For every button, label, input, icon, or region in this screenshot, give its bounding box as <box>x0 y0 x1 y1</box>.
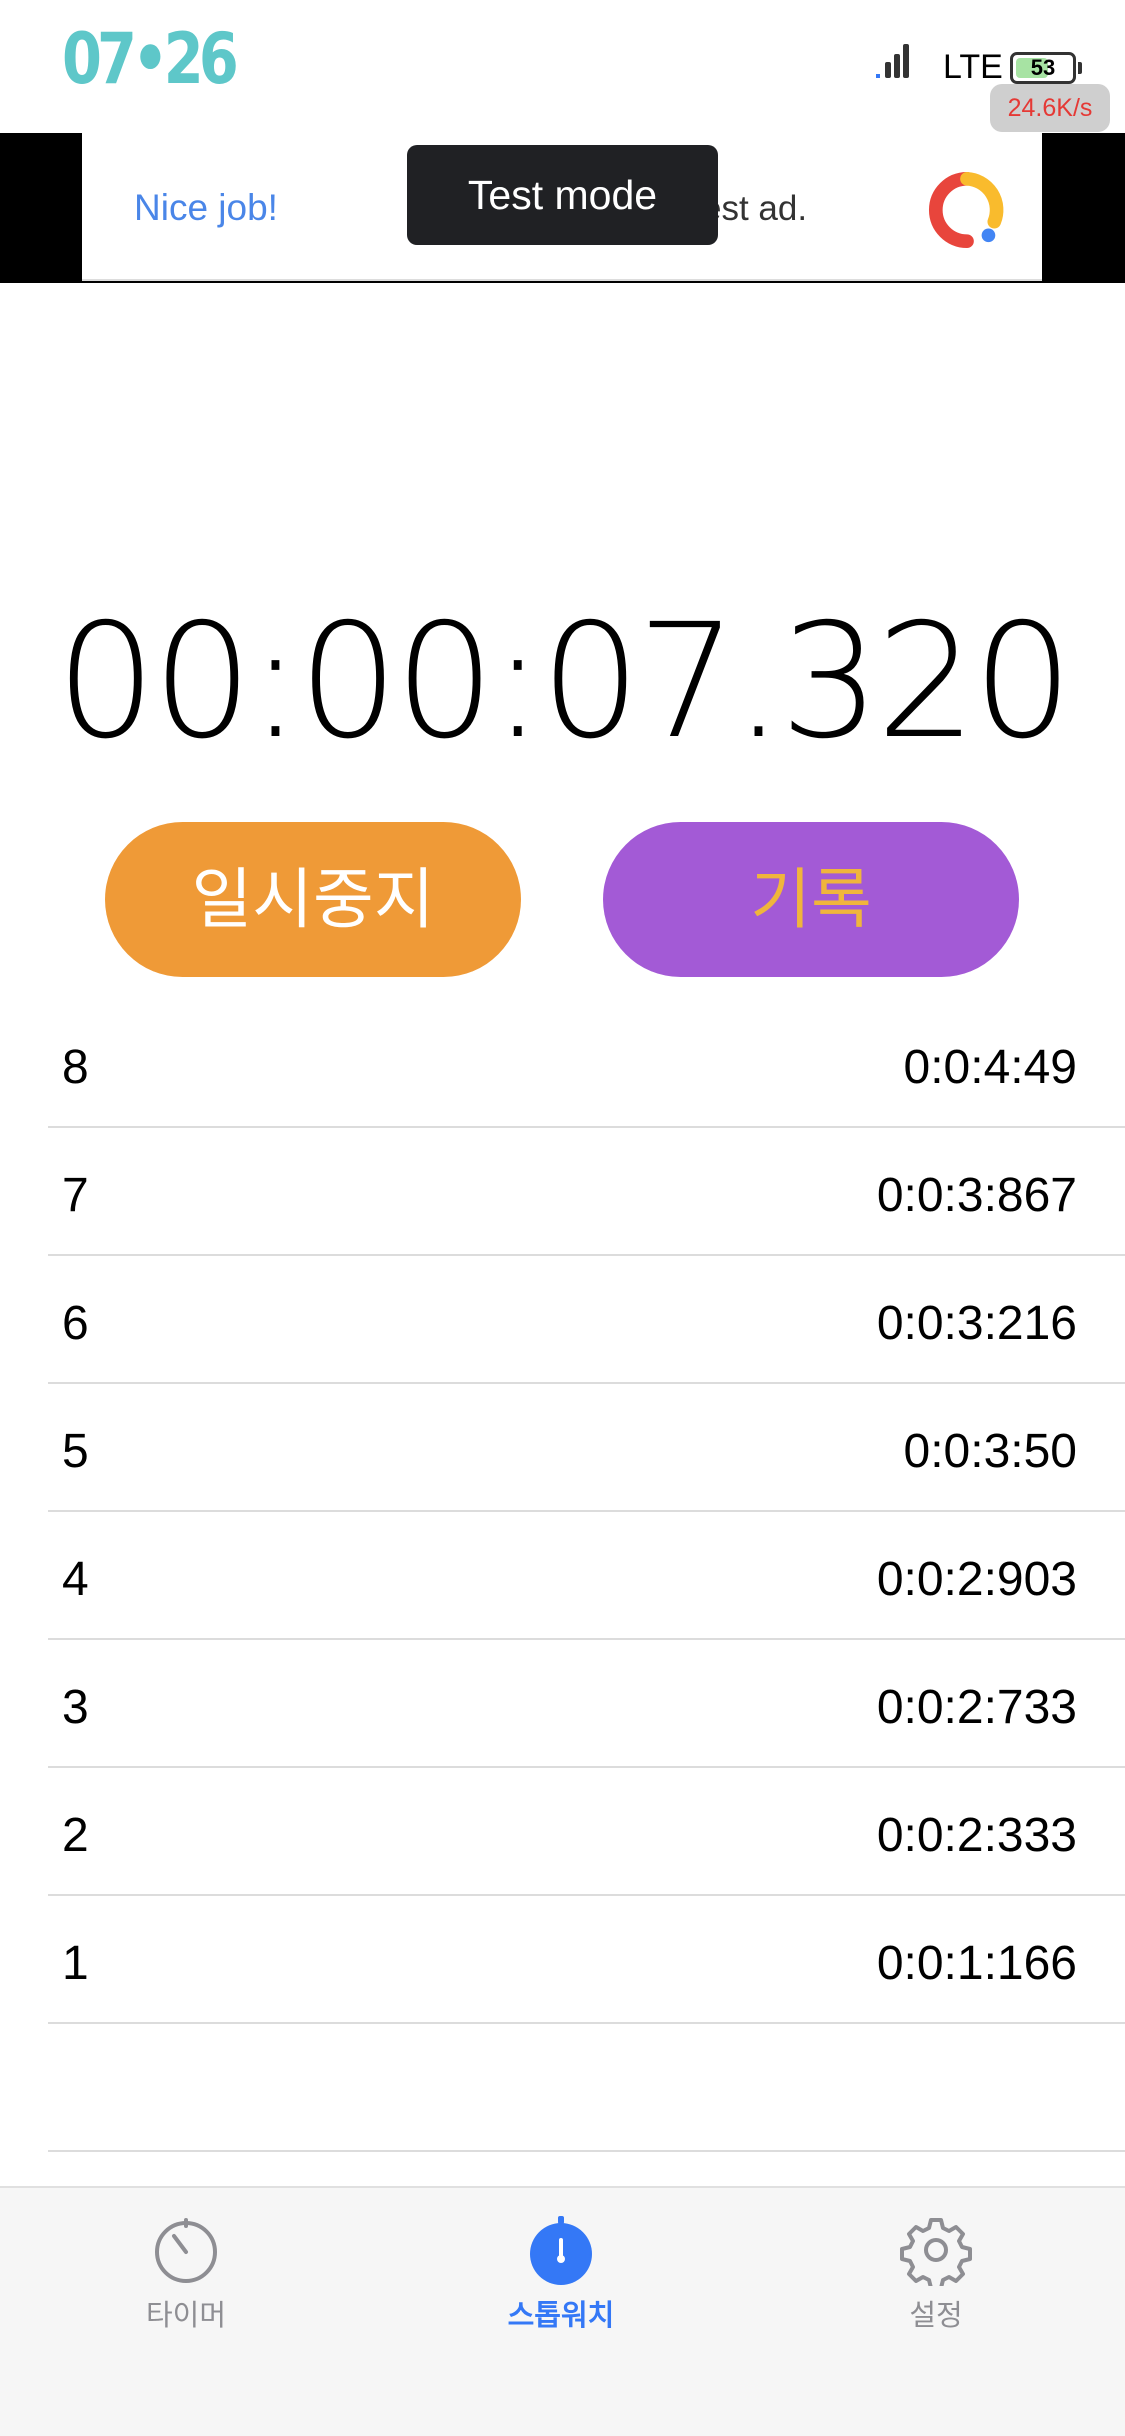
lap-number: 1 <box>62 1937 89 1990</box>
lap-row: 6 0:0:3:216 <box>48 1256 1125 1384</box>
tab-timer-label: 타이머 <box>145 2300 227 2332</box>
google-ads-logo-icon <box>928 171 1004 249</box>
tab-stopwatch-label: 스톱워치 <box>507 2300 615 2332</box>
lap-time: 0:0:2:903 <box>876 1553 1077 1606</box>
signal-icon <box>876 44 909 78</box>
lap-number: 7 <box>62 1169 89 1222</box>
tab-timer[interactable]: 타이머 <box>86 2214 286 2334</box>
timer-icon <box>155 2218 217 2283</box>
lap-number: 3 <box>62 1681 89 1734</box>
lap-button[interactable]: 기록 <box>603 822 1019 977</box>
stopwatch-icon <box>530 2216 592 2285</box>
lap-time: 0:0:2:733 <box>876 1681 1077 1734</box>
test-mode-toast: Test mode <box>407 145 718 245</box>
lap-number: 5 <box>62 1425 89 1478</box>
pause-button[interactable]: 일시중지 <box>105 822 521 977</box>
lap-row-empty <box>48 2024 1125 2152</box>
lap-time: 0:0:2:333 <box>876 1809 1077 1862</box>
battery-percent: 53 <box>1030 55 1056 80</box>
lap-row: 8 0:0:4:49 <box>48 1000 1125 1128</box>
ad-nice-job-text: Nice job! <box>134 187 278 228</box>
network-speed-badge: 24.6K/s <box>990 84 1110 132</box>
lap-row: 3 0:0:2:733 <box>48 1640 1125 1768</box>
battery-icon: 53 <box>1010 52 1076 84</box>
lap-time: 0:0:3:867 <box>876 1169 1077 1222</box>
tab-settings-label: 설정 <box>909 2300 963 2332</box>
lap-number: 6 <box>62 1297 89 1350</box>
lap-number: 4 <box>62 1553 89 1606</box>
lap-time: 0:0:1:166 <box>876 1937 1077 1990</box>
lap-row: 2 0:0:2:333 <box>48 1768 1125 1896</box>
lap-time: 0:0:3:50 <box>903 1425 1077 1478</box>
network-type: LTE <box>943 48 1003 86</box>
lap-row: 5 0:0:3:50 <box>48 1384 1125 1512</box>
lap-row: 1 0:0:1:166 <box>48 1896 1125 2024</box>
tab-stopwatch[interactable]: 스톱워치 <box>461 2214 661 2334</box>
lap-time: 0:0:4:49 <box>903 1041 1077 1094</box>
lap-number: 8 <box>62 1041 89 1094</box>
gear-icon <box>900 2218 972 2286</box>
lap-row: 7 0:0:3:867 <box>48 1128 1125 1256</box>
status-time: 07•26 <box>62 18 239 100</box>
tab-bar: 타이머 스톱워치 설정 <box>0 2186 1125 2436</box>
lap-row: 4 0:0:2:903 <box>48 1512 1125 1640</box>
status-bar: 07•26 LTE 53 24.6K/s <box>0 0 1125 132</box>
stopwatch-time: 00:00:07.320 <box>55 590 1073 774</box>
lap-list[interactable]: 8 0:0:4:49 7 0:0:3:867 6 0:0:3:216 5 0:0… <box>48 1000 1125 2152</box>
tab-settings[interactable]: 설정 <box>836 2214 1036 2334</box>
battery-tip <box>1078 62 1082 74</box>
lap-time: 0:0:3:216 <box>876 1297 1077 1350</box>
lap-number: 2 <box>62 1809 89 1862</box>
